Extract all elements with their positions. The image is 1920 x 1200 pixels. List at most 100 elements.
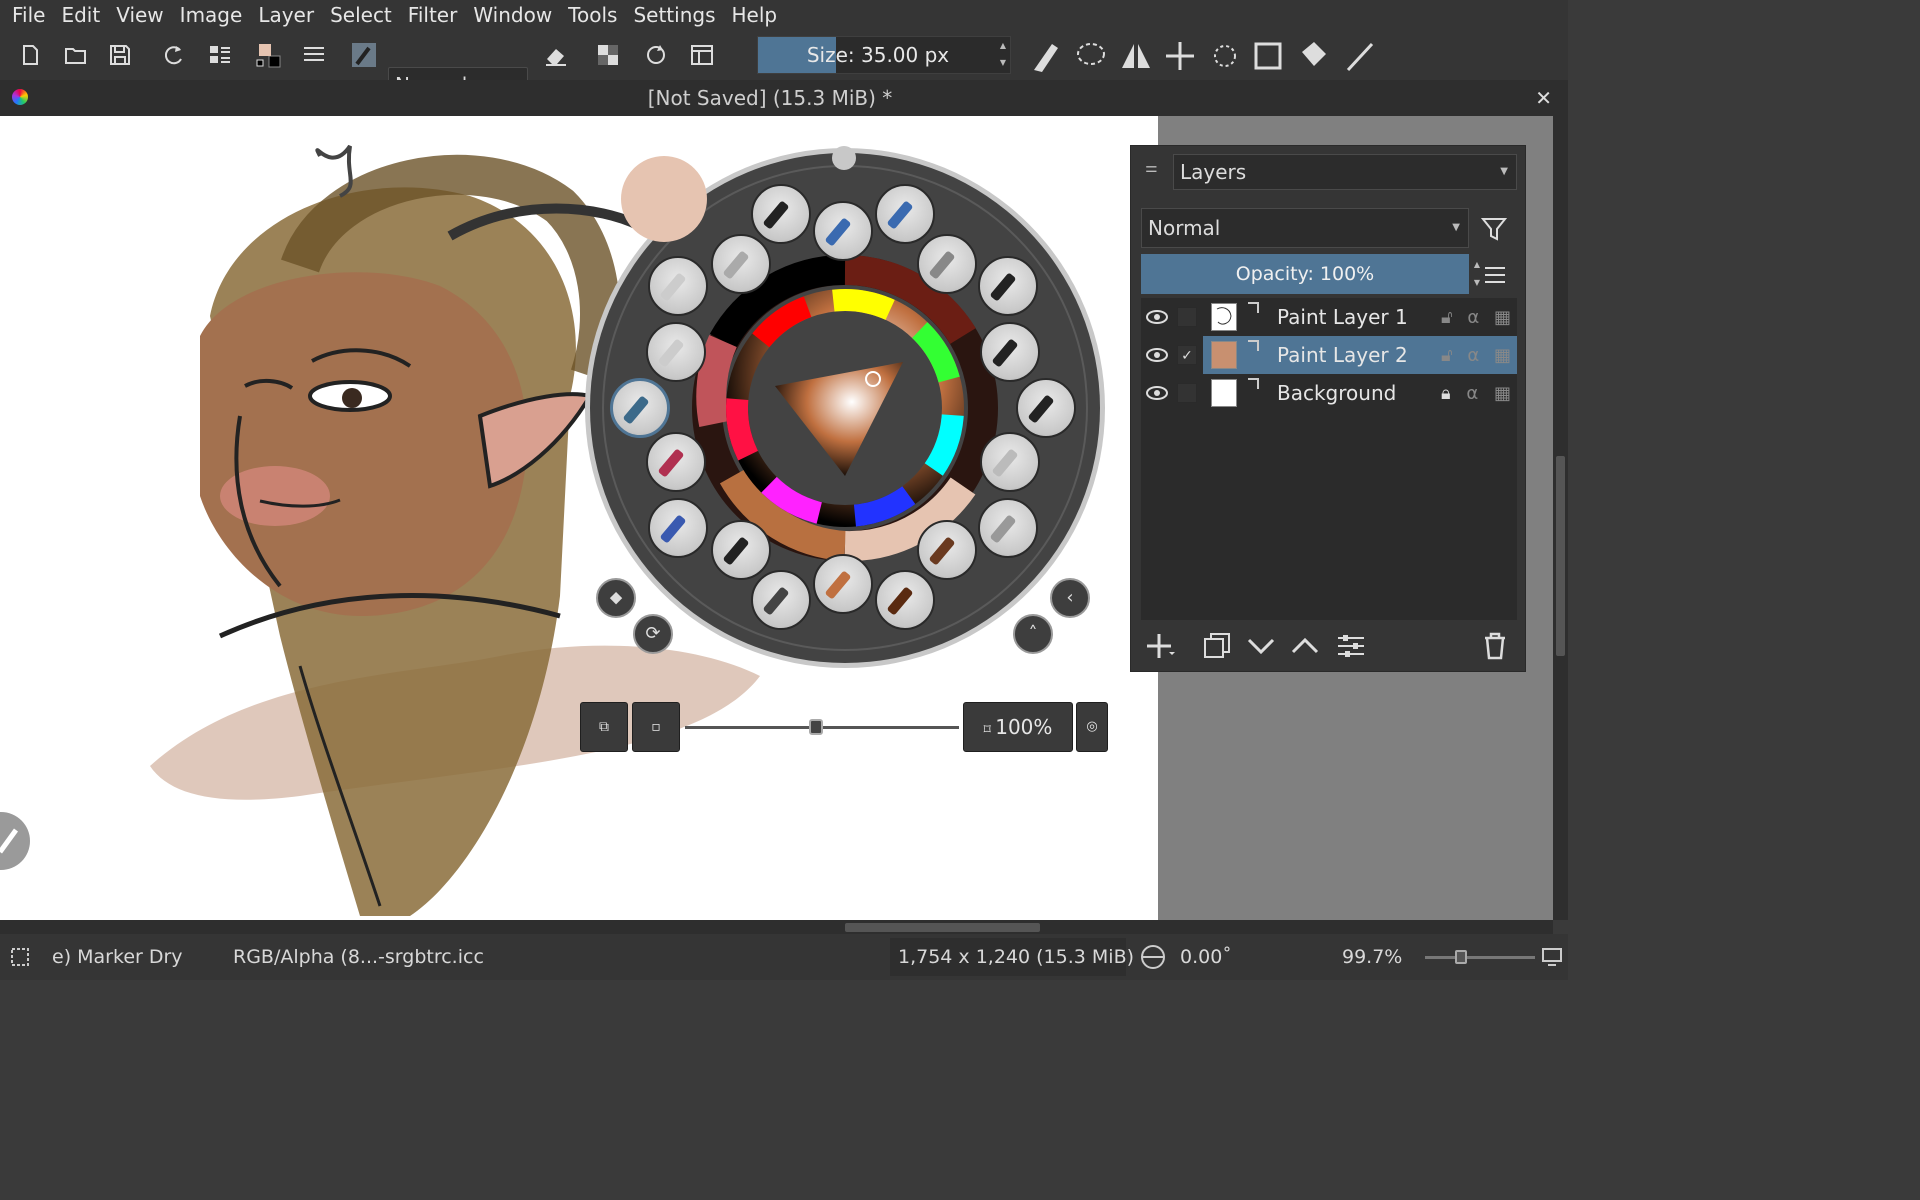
eye-icon[interactable] (1145, 306, 1169, 328)
brush-preset-slot[interactable] (980, 432, 1040, 492)
eye-icon[interactable] (1145, 382, 1169, 404)
reload-preset-icon[interactable] (638, 38, 674, 72)
rotation-icon[interactable] (1138, 943, 1168, 971)
menu-edit[interactable]: Edit (53, 0, 108, 30)
layer-row[interactable]: Paint Layer 1 🔓︎ α ▦ (1141, 298, 1517, 336)
alpha-icon[interactable]: α (1467, 345, 1479, 366)
vertical-scrollbar[interactable] (1553, 116, 1568, 920)
brush-options-icon[interactable] (296, 38, 332, 72)
alpha-icon[interactable]: α (1467, 307, 1479, 328)
brush-preset-slot[interactable] (751, 184, 811, 244)
popup-palette[interactable] (583, 146, 1107, 670)
brush-preset-slot[interactable] (646, 322, 706, 382)
eraser-icon[interactable] (538, 38, 574, 72)
brush-preset-slot[interactable] (648, 256, 708, 316)
menu-help[interactable]: Help (723, 0, 785, 30)
monitor-icon[interactable] (1542, 948, 1562, 966)
layer-checkbox[interactable] (1177, 383, 1197, 403)
color-swatch-icon[interactable] (250, 38, 286, 72)
menu-window[interactable]: Window (465, 0, 560, 30)
rotation-angle[interactable]: 0.00˚ (1180, 934, 1232, 980)
crop-icon[interactable] (1254, 42, 1282, 70)
menu-image[interactable]: Image (172, 0, 251, 30)
move-layer-down-icon[interactable] (1245, 630, 1277, 662)
spin-arrows-icon[interactable]: ▲ ▼ (996, 37, 1010, 73)
hamburger-menu-icon[interactable] (1483, 264, 1507, 286)
canvas-only-icon[interactable]: ▫ (632, 702, 680, 752)
horizontal-scrollbar[interactable] (0, 920, 1553, 934)
layer-properties-icon[interactable] (1335, 630, 1367, 662)
chevron-up-icon[interactable]: ˄ (1013, 614, 1053, 654)
alpha-icon[interactable]: α (1466, 383, 1478, 404)
tag-icon[interactable]: ⬥ (596, 578, 636, 618)
layer-checkbox[interactable] (1177, 307, 1197, 327)
brush-preset-slot[interactable] (978, 498, 1038, 558)
brush-preset-slot[interactable] (978, 256, 1038, 316)
lock-icon[interactable]: 🔒︎ (1441, 383, 1451, 404)
add-layer-icon[interactable] (1143, 630, 1175, 662)
foreground-color-swatch[interactable] (621, 156, 707, 242)
menu-view[interactable]: View (108, 0, 171, 30)
new-document-icon[interactable] (12, 38, 48, 72)
wrap-around-icon[interactable] (684, 38, 720, 72)
open-folder-icon[interactable] (58, 38, 94, 72)
lock-icon[interactable]: 🔓︎ (1441, 307, 1453, 328)
scroll-thumb[interactable] (845, 923, 1040, 932)
reset-rotation-icon[interactable]: ⟳ (633, 614, 673, 654)
brush-preset-slot-selected[interactable] (610, 378, 670, 438)
mirror-view-icon[interactable]: ⧉ (580, 702, 628, 752)
inherit-alpha-icon[interactable] (1245, 376, 1261, 392)
menu-select[interactable]: Select (322, 0, 400, 30)
layer-row[interactable]: Background 🔒︎ α ▦ (1141, 374, 1517, 412)
transform-icon[interactable] (1214, 45, 1236, 67)
menu-tools[interactable]: Tools (560, 0, 625, 30)
brush-preset-slot[interactable] (711, 520, 771, 580)
layer-checkbox[interactable]: ✓ (1177, 345, 1197, 365)
brush-preset-slot[interactable] (875, 570, 935, 630)
lasso-select-icon[interactable] (1077, 43, 1105, 65)
docker-options-icon[interactable]: ⚌ (1145, 160, 1158, 176)
lock-icon[interactable]: 🔓︎ (1441, 345, 1453, 366)
inherit-alpha-icon[interactable] (1245, 300, 1261, 316)
menu-file[interactable]: File (4, 0, 53, 30)
scroll-thumb[interactable] (1556, 456, 1565, 656)
brush-preset-slot[interactable] (1016, 378, 1076, 438)
filter-icon[interactable] (1481, 216, 1507, 242)
brush-preset-slot[interactable] (875, 184, 935, 244)
brush-preset-slot[interactable] (711, 234, 771, 294)
transparency-icon[interactable]: ▦ (1494, 307, 1511, 328)
mirror-icon[interactable] (1122, 44, 1150, 68)
brush-preset-slot[interactable] (813, 201, 873, 261)
zoom-level-display[interactable]: ⌑ 100% (963, 702, 1073, 752)
delete-layer-icon[interactable] (1479, 630, 1511, 662)
alpha-lock-icon[interactable] (590, 38, 626, 72)
chevron-left-icon[interactable]: ‹ (1050, 578, 1090, 618)
menu-layer[interactable]: Layer (250, 0, 322, 30)
brush-preset-slot[interactable] (917, 520, 977, 580)
transparency-icon[interactable]: ▦ (1494, 383, 1511, 404)
brush-size-slider[interactable]: Size: 35.00 px ▲ ▼ (757, 36, 1011, 74)
layer-row-selected[interactable]: ✓ Paint Layer 2 🔓︎ α ▦ (1141, 336, 1517, 374)
inherit-alpha-icon[interactable] (1245, 338, 1261, 354)
brush-preset-slot[interactable] (813, 554, 873, 614)
brush-preset-slot[interactable] (917, 234, 977, 294)
fill-bucket-icon[interactable] (1302, 42, 1326, 66)
layer-blend-mode-select[interactable]: Normal ▼ (1141, 208, 1469, 248)
zoom-slider[interactable] (1425, 956, 1535, 959)
brush-preset-icon[interactable] (346, 38, 382, 72)
color-profile[interactable]: RGB/Alpha (8...-srgbtrc.icc (233, 934, 484, 980)
docker-title-select[interactable]: Layers ▼ (1173, 154, 1517, 190)
layout-icon[interactable] (202, 38, 238, 72)
duplicate-layer-icon[interactable] (1201, 630, 1233, 662)
menu-settings[interactable]: Settings (625, 0, 723, 30)
brush-preset-slot[interactable] (751, 570, 811, 630)
close-icon[interactable]: ✕ (1535, 80, 1552, 116)
zoom-reset-icon[interactable]: ◎ (1076, 702, 1108, 752)
brush-preset-slot[interactable] (646, 432, 706, 492)
move-tool-icon[interactable] (1166, 42, 1194, 70)
brush-tool-icon[interactable] (1034, 44, 1058, 72)
brush-preset-slot[interactable] (980, 322, 1040, 382)
menu-filter[interactable]: Filter (400, 0, 466, 30)
spin-arrows-icon[interactable]: ▲ ▼ (1471, 256, 1483, 292)
opacity-slider[interactable]: Opacity: 100% (1141, 254, 1469, 294)
